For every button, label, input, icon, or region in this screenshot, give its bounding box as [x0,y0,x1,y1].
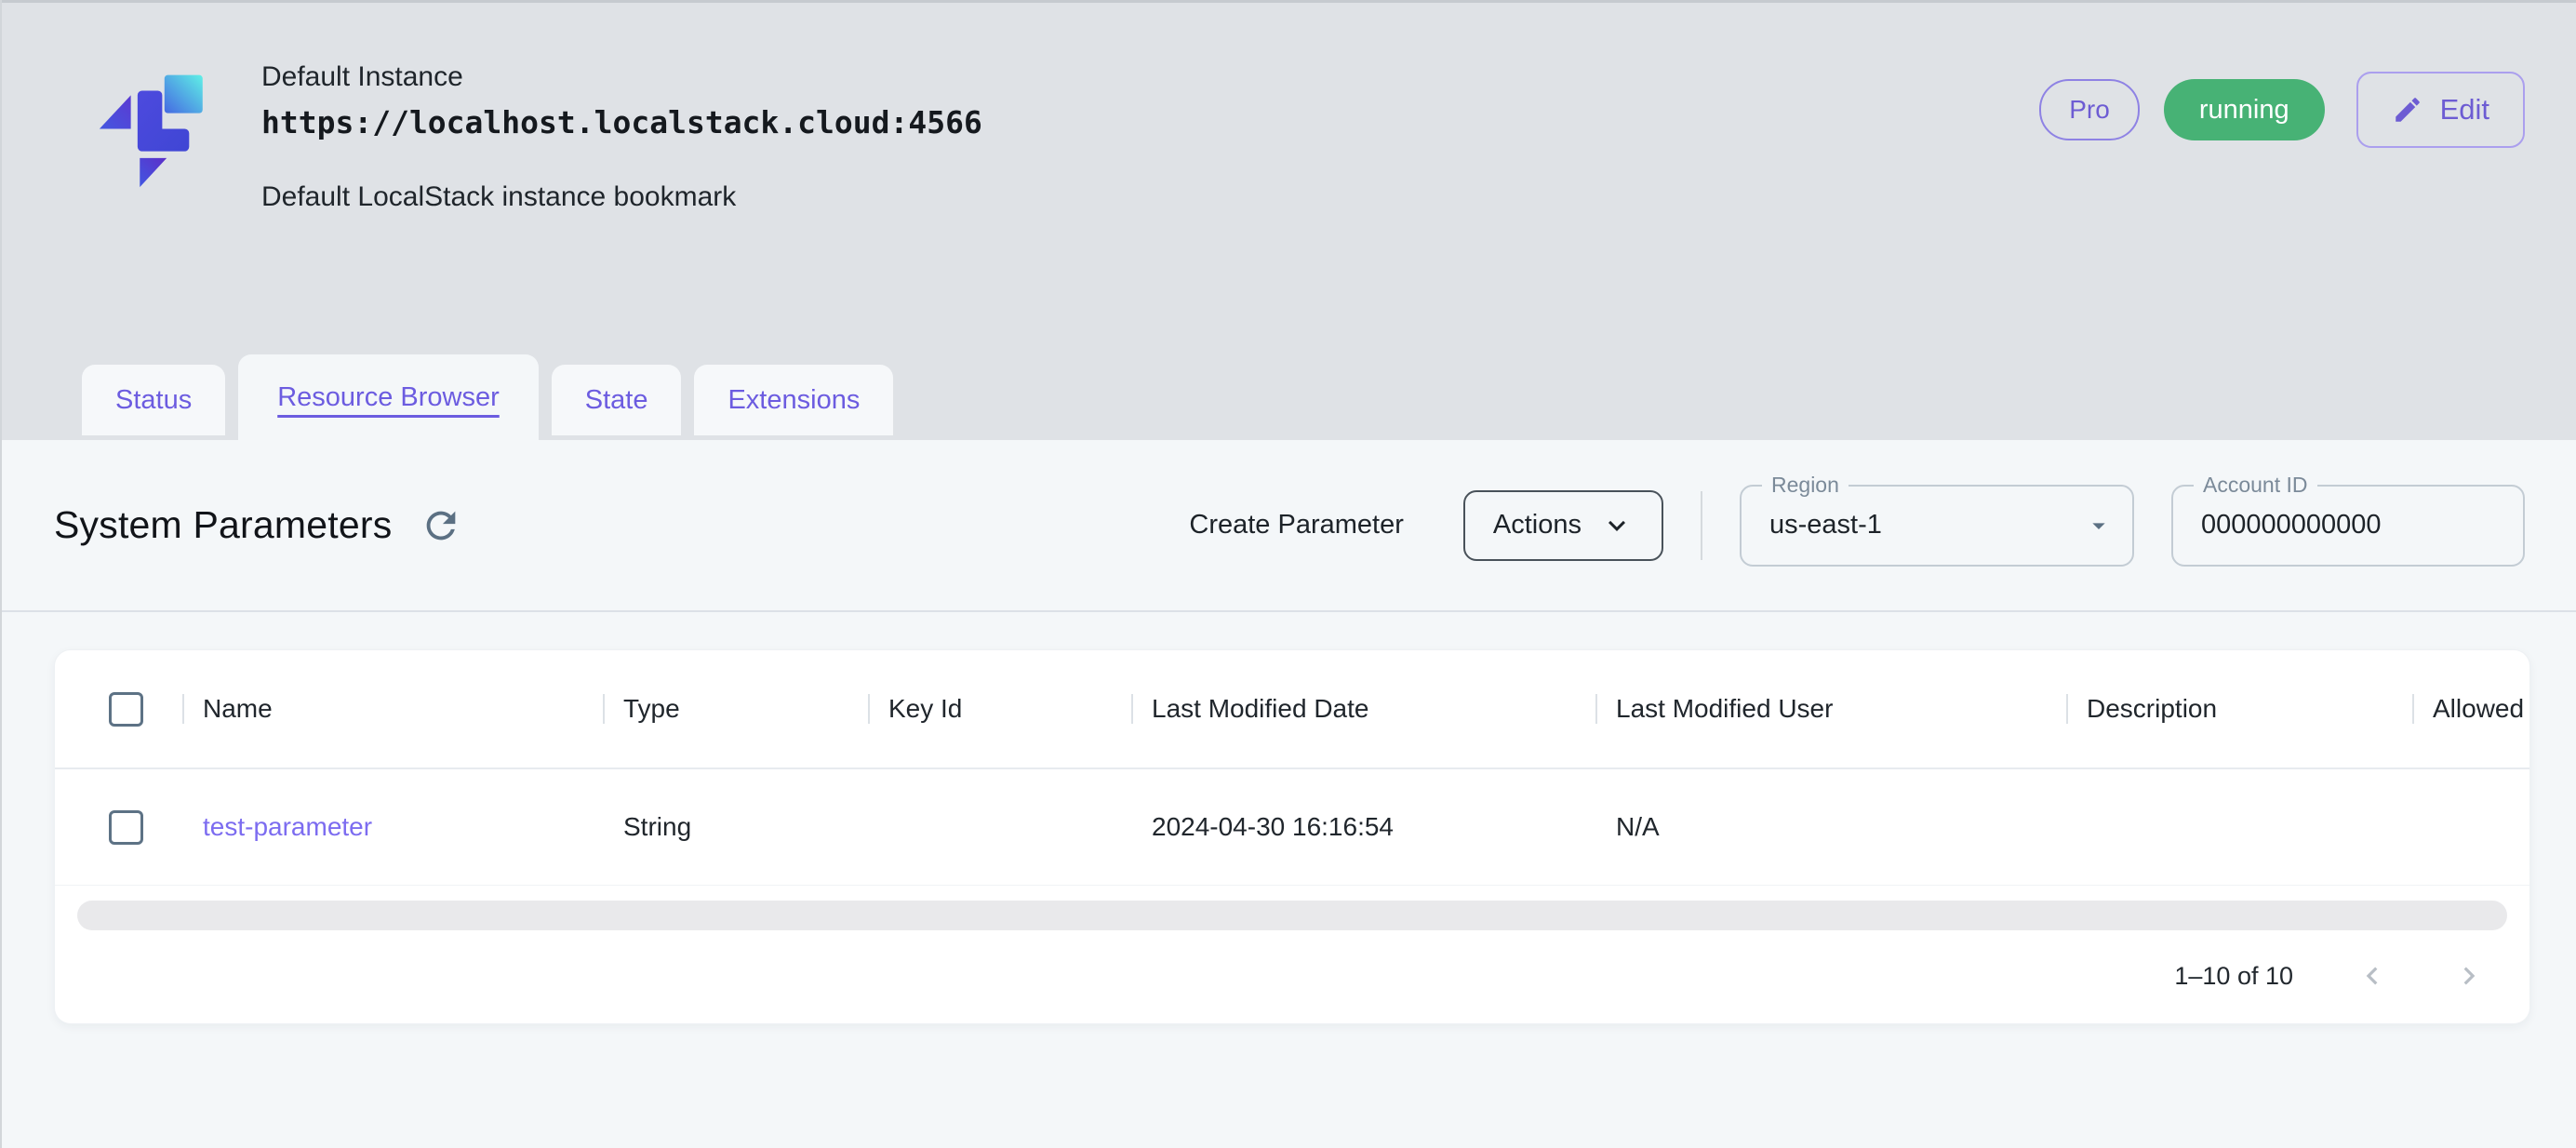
parameters-table: Name Type Key Id Last Modified Date Last… [55,650,2530,886]
instance-header: Default Instance https://localhost.local… [84,51,2525,213]
refresh-icon [420,504,462,547]
edit-button-label: Edit [2440,93,2489,127]
cell-allowed [2412,768,2530,886]
account-id-value: 000000000000 [2173,510,2382,541]
actions-dropdown-button[interactable]: Actions [1463,490,1663,561]
resource-browser-panel: System Parameters Create Parameter Actio… [2,440,2576,1024]
cell-name: test-parameter [182,768,603,886]
next-page-button[interactable] [2451,958,2487,994]
localstack-instance-page: Default Instance https://localhost.local… [0,0,2576,1148]
column-header-last-modified-user[interactable]: Last Modified User [1595,650,2066,768]
dropdown-arrow-icon [2084,511,2114,541]
column-header-name[interactable]: Name [182,650,603,768]
status-badge: running [2164,79,2325,140]
tab-status-label: Status [115,385,192,416]
tab-extensions[interactable]: Extensions [694,365,893,435]
account-id-label: Account ID [2194,473,2317,499]
region-select-value: us-east-1 [1742,510,1882,541]
region-select[interactable]: Region us-east-1 [1740,485,2134,567]
tab-extensions-label: Extensions [727,385,860,416]
instance-name: Default Instance [261,59,982,97]
column-header-last-modified-date[interactable]: Last Modified Date [1131,650,1595,768]
parameters-toolbar: System Parameters Create Parameter Actio… [2,440,2576,610]
pencil-icon [2392,94,2423,126]
column-header-description[interactable]: Description [2066,650,2412,768]
pagination-bar: 1–10 of 10 [55,930,2529,1023]
section-divider [2,610,2576,612]
tab-status[interactable]: Status [82,365,225,435]
chevron-right-icon [2451,958,2487,994]
toolbar-controls: Create Parameter Actions Region us-east-… [1189,485,2525,567]
column-header-key-id[interactable]: Key Id [868,650,1131,768]
instance-url: https://localhost.localstack.cloud:4566 [261,104,982,140]
horizontal-scrollbar[interactable] [77,901,2507,930]
table-header-row: Name Type Key Id Last Modified Date Last… [55,650,2530,768]
instance-description: Default LocalStack instance bookmark [261,181,982,213]
cell-key-id [868,768,1131,886]
row-select-cell [55,768,182,886]
column-header-allowed[interactable]: Allowed [2412,650,2530,768]
previous-page-button[interactable] [2355,958,2390,994]
instance-info: Default Instance https://localhost.local… [261,51,982,213]
tab-resource-browser-label: Resource Browser [277,382,500,413]
instance-header-section: Default Instance https://localhost.local… [2,0,2576,440]
table-row: test-parameter String 2024-04-30 16:16:5… [55,768,2530,886]
account-id-field[interactable]: Account ID 000000000000 [2171,485,2525,567]
select-all-cell [55,650,182,768]
refresh-button[interactable] [416,501,466,551]
actions-button-label: Actions [1493,510,1582,541]
tab-resource-browser[interactable]: Resource Browser [238,354,539,440]
chevron-left-icon [2355,958,2390,994]
select-all-checkbox[interactable] [109,692,143,727]
page-title: System Parameters [54,503,392,547]
parameters-table-card: Name Type Key Id Last Modified Date Last… [54,649,2530,1024]
cell-type: String [603,768,868,886]
toolbar-divider [1701,491,1702,560]
cell-description [2066,768,2412,886]
instance-tabs: Status Resource Browser State Extensions [82,354,2576,440]
create-parameter-button[interactable]: Create Parameter [1189,510,1404,541]
chevron-down-icon [1600,509,1634,542]
tab-state[interactable]: State [552,365,682,435]
cell-last-modified-date: 2024-04-30 16:16:54 [1131,768,1595,886]
edit-button[interactable]: Edit [2356,72,2525,148]
tab-state-label: State [585,385,648,416]
pagination-range: 1–10 of 10 [2174,962,2293,991]
region-select-label: Region [1762,473,1849,499]
parameter-link[interactable]: test-parameter [182,812,372,841]
pro-plan-chip: Pro [2039,79,2140,140]
instance-badges: Pro running Edit [2039,72,2525,148]
localstack-logo-icon [84,57,209,201]
cell-last-modified-user: N/A [1595,768,2066,886]
row-checkbox[interactable] [109,810,143,845]
column-header-type[interactable]: Type [603,650,868,768]
